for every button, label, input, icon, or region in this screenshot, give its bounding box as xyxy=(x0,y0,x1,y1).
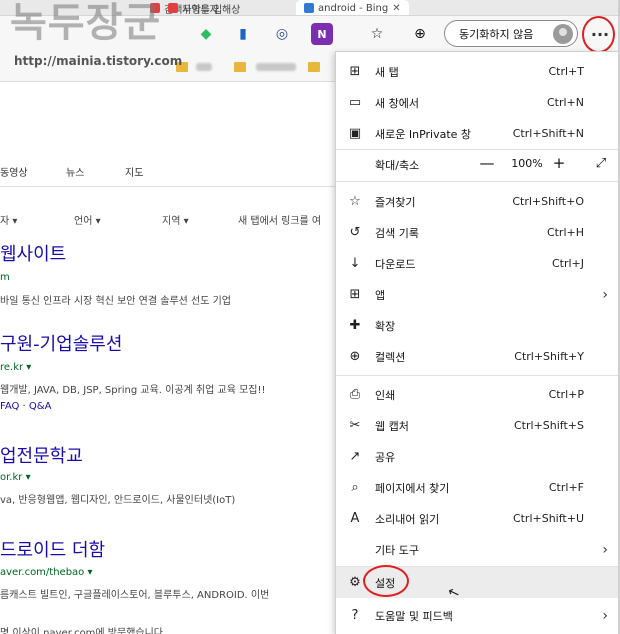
tab-close-icon[interactable]: ✕ xyxy=(392,3,400,14)
menu-divider xyxy=(336,181,620,182)
favorites-item[interactable] xyxy=(196,63,212,71)
tab-3[interactable]: android - Bing ✕ xyxy=(296,0,409,15)
history-icon: ↺ xyxy=(349,225,361,240)
folder-icon[interactable] xyxy=(234,62,246,72)
read-aloud-icon: A xyxy=(350,511,360,526)
zoom-out-button[interactable]: — xyxy=(476,152,498,174)
favorites-icon: ☆ xyxy=(349,194,361,209)
filter-open-new-tab[interactable]: 새 탭에서 링크를 여 xyxy=(238,212,321,227)
sync-label: 동기화하지 않음 xyxy=(459,27,534,41)
divider xyxy=(0,186,340,187)
tab-2-label: 무역투자 해상 xyxy=(182,4,241,16)
menu-favorites[interactable]: ☆ 즐겨찾기 Ctrl+Shift+O xyxy=(336,186,620,217)
result-1-title[interactable]: 웹사이트 xyxy=(0,240,66,266)
menu-find-on-page[interactable]: ⌕ 페이지에서 찾기 Ctrl+F xyxy=(336,472,620,503)
print-icon: ⎙ xyxy=(349,387,361,402)
result-2-desc: 웹개발, JAVA, DB, JSP, Spring 교육. 이공계 취업 교육… xyxy=(0,385,266,396)
settings-icon: ⚙ xyxy=(349,575,361,590)
chevron-right-icon: › xyxy=(602,607,608,624)
menu-apps[interactable]: ⊞ 앱 › xyxy=(336,279,620,310)
menu-web-capture[interactable]: ✂ 웹 캡처 Ctrl+Shift+S xyxy=(336,410,620,441)
result-1-url[interactable]: m xyxy=(0,272,10,283)
menu-share[interactable]: ↗ 공유 xyxy=(336,441,620,472)
favorites-star-icon[interactable]: ☆ xyxy=(366,23,388,45)
menu-extensions[interactable]: ✚ 확장 xyxy=(336,310,620,341)
onenote-icon[interactable]: N xyxy=(311,23,333,45)
menu-print[interactable]: ⎙ 인쇄 Ctrl+P xyxy=(336,379,620,410)
filter-language[interactable]: 언어 ▾ xyxy=(74,212,101,227)
watermark-url: http://mainia.tistory.com xyxy=(14,54,183,68)
fullscreen-icon[interactable]: ⤢ xyxy=(590,152,612,174)
chevron-right-icon: › xyxy=(602,541,608,558)
result-4-desc: 름캐스트 빌트인, 구글플레이스토어, 블루투스, ANDROID. 이번 xyxy=(0,590,270,601)
sync-button[interactable]: 동기화하지 않음 xyxy=(444,20,578,47)
find-on-page-icon: ⌕ xyxy=(351,480,359,495)
nav-videos[interactable]: 동영상 xyxy=(0,164,28,179)
help-icon: ? xyxy=(351,608,359,623)
zoom-in-button[interactable]: + xyxy=(548,152,570,174)
chevron-right-icon: › xyxy=(602,286,608,303)
menu-new-inprivate[interactable]: ▣ 새로운 InPrivate 창 Ctrl+Shift+N xyxy=(336,118,620,149)
extension-shield-icon[interactable]: ◎ xyxy=(271,23,293,45)
profile-avatar xyxy=(553,24,573,44)
result-3-url[interactable]: or.kr ▾ xyxy=(0,472,31,483)
result-4-title[interactable]: 드로이드 더함 xyxy=(0,536,105,562)
result-2-sitelinks[interactable]: FAQ · Q&A xyxy=(0,401,51,412)
result-4-url[interactable]: aver.com/thebao ▾ xyxy=(0,567,93,578)
inprivate-icon: ▣ xyxy=(348,126,362,141)
menu-new-window[interactable]: ▭ 새 창에서 Ctrl+N xyxy=(336,87,620,118)
collections-icon: ⊕ xyxy=(349,349,361,364)
watermark-title: 녹두장군 xyxy=(10,0,162,46)
result-2-url[interactable]: re.kr ▾ xyxy=(0,362,31,373)
collections-icon[interactable]: ⊕ xyxy=(409,23,431,45)
evernote-icon[interactable]: ◆ xyxy=(195,23,217,45)
extensions-icon: ✚ xyxy=(349,318,361,333)
web-capture-icon: ✂ xyxy=(349,418,361,433)
menu-more-tools[interactable]: 기타 도구 › xyxy=(336,534,620,565)
tab-2[interactable]: 무역투자 해상 xyxy=(168,0,241,16)
tab-3-favicon xyxy=(304,3,314,13)
menu-downloads[interactable]: ↓ 다운로드 Ctrl+J xyxy=(336,248,620,279)
folder-icon[interactable] xyxy=(308,62,320,72)
menu-settings[interactable]: ⚙ 설정 xyxy=(336,567,620,598)
nav-news[interactable]: 뉴스 xyxy=(66,164,84,179)
result-4-visits: 명 이상이 naver.com에 방문했습니다 xyxy=(0,628,164,634)
favorites-item[interactable] xyxy=(256,63,296,71)
menu-new-tab[interactable]: ⊞ 새 탭 Ctrl+T xyxy=(336,56,620,87)
menu-history[interactable]: ↺ 검색 기록 Ctrl+H xyxy=(336,217,620,248)
tab-2-favicon xyxy=(168,3,178,13)
new-window-icon: ▭ xyxy=(348,95,362,110)
menu-collections[interactable]: ⊕ 컬렉션 Ctrl+Shift+Y xyxy=(336,341,620,372)
settings-and-more-button[interactable]: ··· xyxy=(586,20,614,48)
zoom-level: 100% xyxy=(511,157,543,170)
result-3-desc: va, 반응형웹앱, 웹디자인, 안드로이드, 사물인터넷(IoT) xyxy=(0,495,236,506)
nav-maps[interactable]: 지도 xyxy=(125,164,143,179)
result-2-title[interactable]: 구원-기업솔루션 xyxy=(0,330,122,356)
extension-pdf-icon[interactable]: ▮ xyxy=(232,23,254,45)
filter-date[interactable]: 자 ▾ xyxy=(0,212,17,227)
search-results-page: 동영상 뉴스 지도 자 ▾ 언어 ▾ 지역 ▾ 새 탭에서 링크를 여 웹사이트… xyxy=(0,82,340,634)
download-icon: ↓ xyxy=(349,256,361,271)
tab-3-label: android - Bing xyxy=(318,2,389,14)
result-3-title[interactable]: 업전문학교 xyxy=(0,442,83,468)
zoom-label: 확대/축소 xyxy=(375,159,420,172)
share-icon: ↗ xyxy=(349,449,361,464)
result-1-desc: 바일 통신 인프라 시장 혁신 보안 연결 솔루션 선도 기업 xyxy=(0,296,232,307)
menu-read-aloud[interactable]: A 소리내어 읽기 Ctrl+Shift+U xyxy=(336,503,620,534)
new-tab-icon: ⊞ xyxy=(349,64,361,79)
menu-help-feedback[interactable]: ? 도움말 및 피드백 › xyxy=(336,600,620,631)
settings-and-more-menu: ⊞ 새 탭 Ctrl+T ▭ 새 창에서 Ctrl+N ▣ 새로운 InPriv… xyxy=(335,51,620,634)
menu-zoom: 확대/축소 — 100% + ⤢ xyxy=(336,149,620,180)
filter-region[interactable]: 지역 ▾ xyxy=(162,212,189,227)
menu-divider xyxy=(336,375,620,376)
apps-icon: ⊞ xyxy=(349,287,361,302)
